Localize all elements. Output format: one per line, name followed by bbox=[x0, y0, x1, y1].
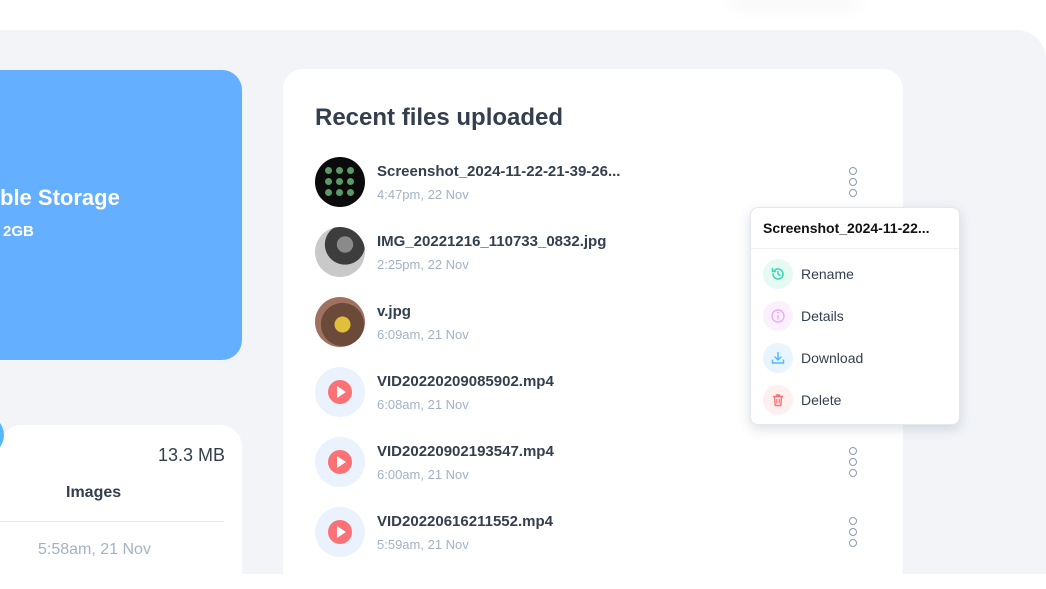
file-thumbnail bbox=[315, 367, 365, 417]
play-icon bbox=[328, 380, 352, 404]
menu-item-details[interactable]: Details bbox=[763, 300, 947, 332]
file-thumbnail bbox=[315, 297, 365, 347]
summary-date: 5:58am, 21 Nov bbox=[38, 541, 151, 558]
file-row[interactable]: Screenshot_2024-11-22-21-39-26... 4:47pm… bbox=[315, 157, 875, 209]
file-name: IMG_20221216_110733_0832.jpg bbox=[377, 233, 607, 250]
file-name: v.jpg bbox=[377, 303, 411, 320]
file-name: Screenshot_2024-11-22-21-39-26... bbox=[377, 163, 621, 180]
more-options-icon[interactable] bbox=[847, 167, 859, 199]
recent-files-title: Recent files uploaded bbox=[315, 104, 564, 131]
file-date: 6:08am, 21 Nov bbox=[377, 397, 469, 412]
file-name: VID20220902193547.mp4 bbox=[377, 443, 554, 460]
more-options-icon[interactable] bbox=[847, 447, 859, 479]
menu-item-label: Download bbox=[801, 350, 864, 366]
menu-item-label: Rename bbox=[801, 266, 854, 282]
summary-label: Images bbox=[66, 484, 122, 501]
file-date: 6:00am, 21 Nov bbox=[377, 467, 469, 482]
menu-item-download[interactable]: Download bbox=[763, 342, 947, 374]
divider bbox=[751, 248, 959, 249]
more-options-icon[interactable] bbox=[847, 517, 859, 549]
info-icon bbox=[763, 301, 793, 331]
download-icon bbox=[763, 343, 793, 373]
file-name: VID20220209085902.mp4 bbox=[377, 373, 554, 390]
storage-card bbox=[0, 70, 242, 360]
storage-used: 2GB bbox=[3, 223, 34, 240]
menu-item-label: Details bbox=[801, 308, 844, 324]
file-date: 6:09am, 21 Nov bbox=[377, 327, 469, 342]
play-icon bbox=[328, 450, 352, 474]
app-grid-image bbox=[321, 163, 359, 201]
file-thumbnail bbox=[315, 507, 365, 557]
file-date: 4:47pm, 22 Nov bbox=[377, 187, 469, 202]
menu-item-delete[interactable]: Delete bbox=[763, 384, 947, 416]
summary-size: 13.3 MB bbox=[158, 445, 226, 465]
file-thumbnail bbox=[315, 437, 365, 487]
menu-item-rename[interactable]: Rename bbox=[763, 258, 947, 290]
file-name: VID20220616211552.mp4 bbox=[377, 513, 553, 530]
trash-icon bbox=[763, 385, 793, 415]
file-thumbnail bbox=[315, 157, 365, 207]
file-actions-menu: Screenshot_2024-11-22... Rename Details … bbox=[750, 207, 960, 425]
storage-title: ble Storage bbox=[0, 185, 120, 210]
file-row[interactable]: VID20220616211552.mp4 5:59am, 21 Nov bbox=[315, 507, 875, 559]
file-date: 2:25pm, 22 Nov bbox=[377, 257, 469, 272]
menu-item-label: Delete bbox=[801, 392, 842, 408]
file-row[interactable]: VID20220902193547.mp4 6:00am, 21 Nov bbox=[315, 437, 875, 489]
file-date: 5:59am, 21 Nov bbox=[377, 537, 469, 552]
play-icon bbox=[328, 520, 352, 544]
top-bar bbox=[0, 0, 1046, 30]
file-thumbnail bbox=[315, 227, 365, 277]
menu-title: Screenshot_2024-11-22... bbox=[763, 220, 930, 236]
history-icon bbox=[763, 259, 793, 289]
divider bbox=[0, 521, 224, 522]
